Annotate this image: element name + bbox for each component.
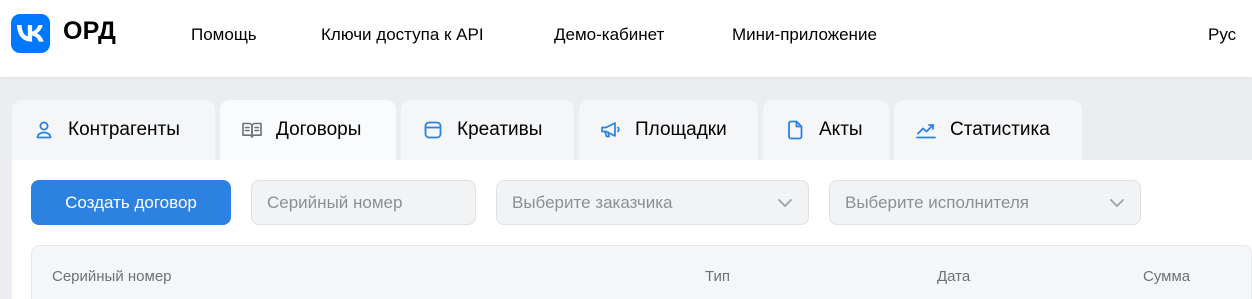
nav-help[interactable]: Помощь — [191, 25, 257, 45]
customer-select[interactable]: Выберите заказчика — [496, 180, 809, 225]
tab-acts[interactable]: Акты — [763, 100, 889, 160]
tab-statistics[interactable]: Статистика — [894, 100, 1082, 160]
column-header-date[interactable]: Дата — [937, 268, 970, 285]
column-header-type[interactable]: Тип — [705, 268, 730, 285]
nav-api-keys[interactable]: Ключи доступа к API — [321, 25, 484, 45]
tab-contracts[interactable]: Договоры — [220, 100, 396, 160]
tab-creatives[interactable]: Креативы — [401, 100, 574, 160]
tab-label: Договоры — [276, 119, 362, 140]
tab-label: Статистика — [950, 119, 1050, 140]
create-contract-button[interactable]: Создать договор — [31, 180, 231, 225]
customer-select-placeholder: Выберите заказчика — [512, 192, 673, 212]
user-icon — [33, 119, 55, 141]
nav-demo-cabinet[interactable]: Демо-кабинет — [554, 25, 664, 45]
tab-label: Креативы — [457, 119, 543, 140]
executor-select[interactable]: Выберите исполнителя — [829, 180, 1141, 225]
tab-counterparties[interactable]: Контрагенты — [12, 100, 215, 160]
tab-platforms[interactable]: Площадки — [579, 100, 758, 160]
tab-label: Площадки — [635, 119, 727, 140]
window-icon — [422, 119, 444, 141]
trend-up-icon — [915, 119, 937, 141]
tab-label: Контрагенты — [68, 119, 180, 140]
vk-logo-icon[interactable] — [11, 14, 50, 53]
top-header: ОРД Помощь Ключи доступа к API Демо-каби… — [0, 0, 1252, 77]
app-title: ОРД — [63, 17, 116, 45]
contracts-table-header: Серийный номер Тип Дата Сумма — [31, 245, 1252, 299]
chevron-down-icon — [1108, 194, 1126, 212]
chevron-down-icon — [776, 194, 794, 212]
megaphone-icon — [600, 119, 622, 141]
tab-label: Акты — [819, 119, 863, 140]
serial-number-field[interactable] — [251, 180, 476, 225]
column-header-serial[interactable]: Серийный номер — [52, 268, 172, 285]
document-icon — [784, 119, 806, 141]
book-icon — [241, 119, 263, 141]
column-header-amount[interactable]: Сумма — [1143, 268, 1190, 285]
serial-number-input[interactable] — [252, 192, 475, 213]
executor-select-placeholder: Выберите исполнителя — [845, 192, 1029, 212]
nav-mini-app[interactable]: Мини-приложение — [732, 25, 877, 45]
language-switch[interactable]: Рус — [1208, 25, 1236, 45]
